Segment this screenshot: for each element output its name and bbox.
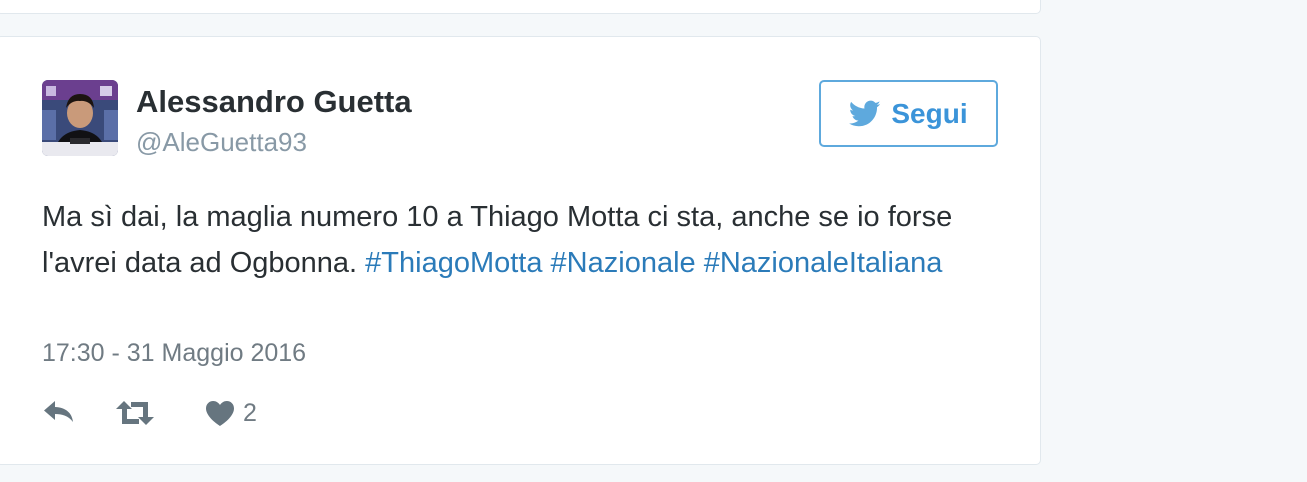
reply-button[interactable] — [42, 399, 76, 425]
reply-icon — [44, 401, 73, 422]
tweet-timestamp[interactable]: 17:30 - 31 Maggio 2016 — [42, 339, 306, 368]
tweet-card: Alessandro Guetta @AleGuetta93 Segui Ma … — [0, 36, 1041, 465]
hashtag-link[interactable]: #NazionaleItaliana — [704, 247, 943, 279]
twitter-bird-icon — [849, 100, 881, 126]
like-button[interactable]: 2 — [205, 399, 257, 428]
like-count: 2 — [243, 399, 257, 427]
heart-icon — [206, 401, 234, 426]
retweet-icon — [116, 401, 154, 425]
hashtag-link[interactable]: #ThiagoMotta — [365, 247, 542, 279]
follow-button[interactable]: Segui — [819, 80, 998, 147]
avatar-image — [42, 80, 118, 156]
retweet-button[interactable] — [115, 399, 155, 427]
tweet-text: Ma sì dai, la maglia numero 10 a Thiago … — [42, 194, 1022, 286]
author-name[interactable]: Alessandro Guetta — [136, 84, 412, 120]
previous-tweet-card — [0, 0, 1041, 14]
follow-label: Segui — [891, 97, 968, 129]
hashtag-link[interactable]: #Nazionale — [551, 247, 696, 279]
avatar[interactable] — [42, 80, 118, 156]
author-handle[interactable]: @AleGuetta93 — [136, 127, 307, 158]
